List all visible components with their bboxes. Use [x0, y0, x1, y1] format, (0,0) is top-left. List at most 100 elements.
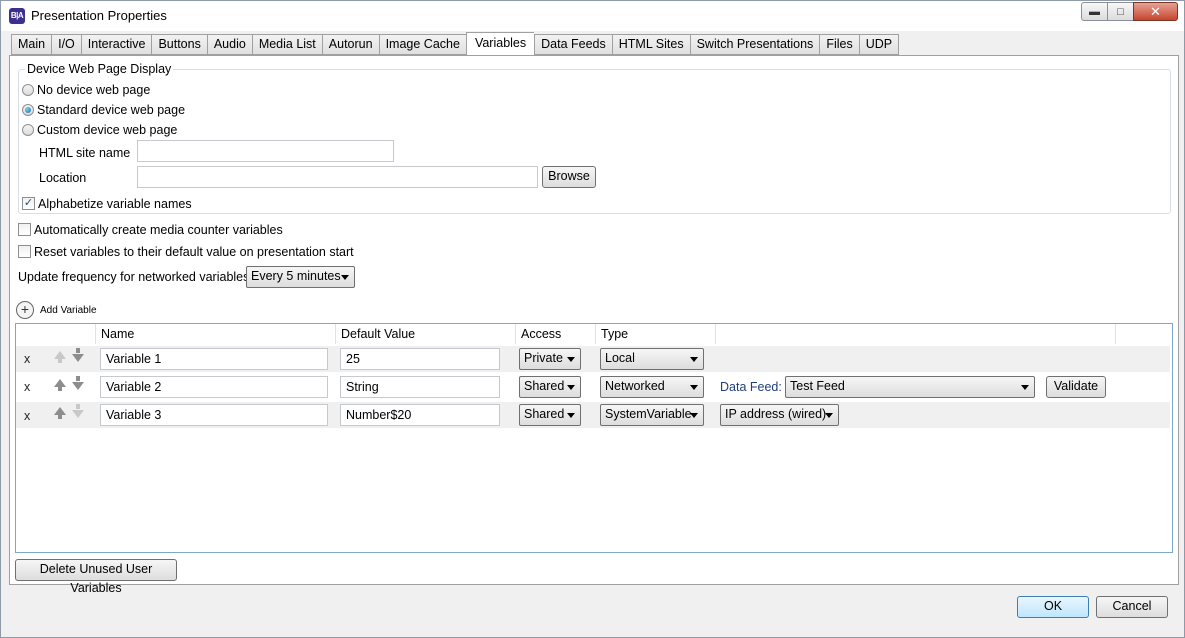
data-feed-dropdown[interactable]: Test Feed	[785, 376, 1035, 398]
default-value-field[interactable]: 25	[340, 348, 500, 370]
reset-variables-checkbox[interactable]: Reset variables to their default value o…	[18, 244, 354, 259]
access-dropdown[interactable]: Shared	[519, 404, 581, 426]
update-frequency-dropdown[interactable]: Every 5 minutes	[246, 266, 355, 288]
maximize-button[interactable]: □	[1107, 2, 1133, 21]
type-dropdown[interactable]: Local	[600, 348, 704, 370]
radio-custom-web-page[interactable]: Custom device web page	[22, 122, 177, 137]
access-dropdown[interactable]: Private	[519, 348, 581, 370]
title-bar: B|A Presentation Properties ▬ □ ✕	[1, 1, 1184, 31]
html-site-name-label: HTML site name	[39, 146, 131, 160]
header-default-value: Default Value	[336, 324, 516, 344]
auto-counter-checkbox[interactable]: Automatically create media counter varia…	[18, 222, 283, 237]
close-button[interactable]: ✕	[1133, 2, 1178, 21]
table-row: x Variable 1 25 Private Local	[16, 346, 1170, 372]
ok-button[interactable]: OK	[1017, 596, 1089, 618]
move-up-icon[interactable]	[54, 407, 66, 419]
chevron-down-icon	[690, 357, 698, 362]
move-down-icon[interactable]	[72, 376, 84, 390]
validate-button[interactable]: Validate	[1046, 376, 1106, 398]
type-value: Networked	[605, 379, 665, 393]
variable-name-field[interactable]: Variable 1	[100, 348, 328, 370]
html-site-name-field[interactable]	[137, 140, 394, 162]
system-variable-value: IP address (wired)	[725, 407, 827, 421]
location-field[interactable]	[137, 166, 538, 188]
tab-data-feeds[interactable]: Data Feeds	[534, 34, 612, 55]
type-dropdown[interactable]: SystemVariable	[600, 404, 704, 426]
data-feed-label: Data Feed:	[720, 380, 782, 394]
variable-name-field[interactable]: Variable 2	[100, 376, 328, 398]
tab-autorun[interactable]: Autorun	[321, 34, 379, 55]
type-dropdown[interactable]: Networked	[600, 376, 704, 398]
data-feed-value: Test Feed	[790, 379, 845, 393]
radio-no-web-page[interactable]: No device web page	[22, 82, 150, 97]
location-label: Location	[39, 171, 87, 185]
grid-header-blank	[16, 324, 96, 344]
minimize-button[interactable]: ▬	[1081, 2, 1107, 21]
move-up-icon[interactable]	[54, 351, 66, 363]
table-row: x Variable 3 Number$20 Shared SystemVari…	[16, 402, 1170, 428]
tab-media-list[interactable]: Media List	[251, 34, 322, 55]
default-value-field[interactable]: String	[340, 376, 500, 398]
default-value-field[interactable]: Number$20	[340, 404, 500, 426]
window-controls: ▬ □ ✕	[1081, 2, 1178, 21]
header-extra	[716, 324, 1116, 344]
delete-row-button[interactable]: x	[24, 380, 30, 394]
access-value: Shared	[524, 407, 565, 421]
close-icon: ✕	[1150, 3, 1161, 19]
move-up-icon[interactable]	[54, 379, 66, 391]
chevron-down-icon	[567, 385, 575, 390]
radio-icon	[22, 123, 34, 136]
access-value: Private	[524, 351, 563, 365]
access-value: Shared	[524, 379, 565, 393]
alphabetize-checkbox[interactable]: ✓ Alphabetize variable names	[22, 196, 192, 211]
window-title: Presentation Properties	[31, 8, 167, 23]
access-dropdown[interactable]: Shared	[519, 376, 581, 398]
tab-image-cache[interactable]: Image Cache	[378, 34, 466, 55]
group-title: Device Web Page Display	[25, 62, 174, 76]
chevron-down-icon	[567, 357, 575, 362]
chevron-down-icon	[825, 413, 833, 418]
header-type: Type	[596, 324, 716, 344]
chevron-down-icon	[690, 413, 698, 418]
tab-buttons[interactable]: Buttons	[151, 34, 207, 55]
tab-switch-presentations[interactable]: Switch Presentations	[689, 34, 820, 55]
header-access: Access	[516, 324, 596, 344]
type-value: Local	[605, 351, 635, 365]
delete-row-button[interactable]: x	[24, 352, 30, 366]
table-row: x Variable 2 String Shared Networked Dat…	[16, 374, 1170, 400]
checkmark-icon: ✓	[22, 197, 35, 211]
update-frequency-label: Update frequency for networked variables…	[18, 270, 253, 284]
device-web-page-group: Device Web Page Display No device web pa…	[18, 62, 1171, 214]
type-value: SystemVariable	[605, 407, 692, 421]
system-variable-dropdown[interactable]: IP address (wired)	[720, 404, 839, 426]
variable-name-field[interactable]: Variable 3	[100, 404, 328, 426]
variables-grid: Name Default Value Access Type x Variabl…	[15, 323, 1173, 553]
variables-panel: Device Web Page Display No device web pa…	[9, 55, 1179, 595]
add-variable-button[interactable]: + Add Variable	[16, 301, 97, 319]
update-frequency-value: Every 5 minutes	[251, 269, 341, 283]
tab-interactive[interactable]: Interactive	[80, 34, 152, 55]
add-variable-label: Add Variable	[40, 304, 97, 316]
chevron-down-icon	[341, 275, 349, 280]
tab-main[interactable]: Main	[11, 34, 52, 55]
maximize-icon: □	[1117, 5, 1124, 18]
radio-standard-web-page[interactable]: Standard device web page	[22, 102, 185, 117]
chevron-down-icon	[567, 413, 575, 418]
move-down-icon[interactable]	[72, 404, 84, 418]
header-name: Name	[96, 324, 336, 344]
radio-icon	[22, 83, 34, 96]
tab-variables[interactable]: Variables	[465, 32, 535, 55]
checkbox-icon	[18, 245, 31, 259]
tab-audio[interactable]: Audio	[206, 34, 252, 55]
move-down-icon[interactable]	[72, 348, 84, 362]
tab-io[interactable]: I/O	[51, 34, 81, 55]
tab-udp[interactable]: UDP	[858, 34, 900, 55]
tab-html-sites[interactable]: HTML Sites	[611, 34, 690, 55]
chevron-down-icon	[690, 385, 698, 390]
browse-button[interactable]: Browse	[542, 166, 596, 188]
delete-unused-variables-button[interactable]: Delete Unused User Variables	[15, 559, 177, 595]
plus-icon: +	[16, 301, 34, 319]
delete-row-button[interactable]: x	[24, 409, 30, 423]
tab-files[interactable]: Files	[819, 34, 859, 55]
cancel-button[interactable]: Cancel	[1096, 596, 1168, 618]
